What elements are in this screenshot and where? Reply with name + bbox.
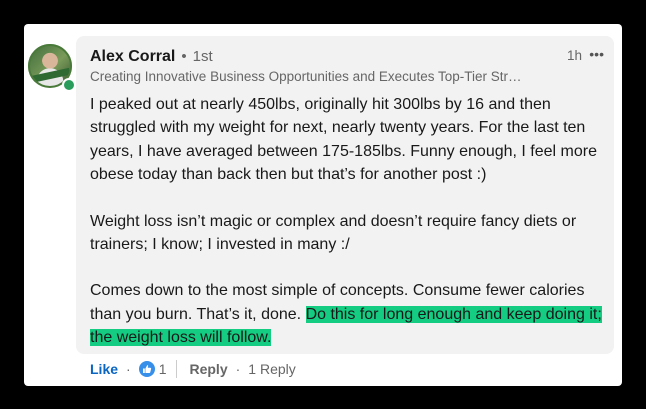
online-status-indicator [62, 78, 76, 92]
degree-separator: • [181, 48, 187, 65]
actions-divider [176, 360, 178, 378]
separator-dot-2: · [235, 361, 241, 377]
author-name[interactable]: Alex Corral [90, 48, 175, 66]
comment-paragraph-1: I peaked out at nearly 450lbs, originall… [90, 96, 597, 184]
reply-button[interactable]: Reply [189, 361, 227, 377]
comment-card: Alex Corral • 1st Creating Innovative Bu… [24, 24, 622, 386]
connection-degree: 1st [192, 48, 213, 65]
reaction-count[interactable]: 1 [159, 361, 167, 377]
comment-bubble: Alex Corral • 1st Creating Innovative Bu… [76, 36, 614, 354]
like-button[interactable]: Like [90, 361, 118, 377]
more-options-icon[interactable]: ••• [589, 46, 604, 62]
author-row: Alex Corral • 1st [90, 48, 213, 68]
author-headline: Creating Innovative Business Opportuniti… [90, 69, 522, 84]
comment-paragraph-2: Weight loss isn’t magic or complex and d… [90, 212, 577, 254]
replies-count-link[interactable]: 1 Reply [248, 361, 295, 377]
thumbs-up-icon[interactable] [138, 361, 155, 377]
comment-text: I peaked out at nearly 450lbs, originall… [90, 93, 610, 350]
comment-paragraph-3: Comes down to the most simple of concept… [90, 279, 610, 349]
separator-dot: · [126, 361, 131, 377]
comment-timestamp: 1h [566, 48, 582, 63]
comment-actions-bar: Like · 1 Reply · 1 Reply [90, 358, 296, 380]
author-avatar[interactable] [28, 44, 76, 92]
